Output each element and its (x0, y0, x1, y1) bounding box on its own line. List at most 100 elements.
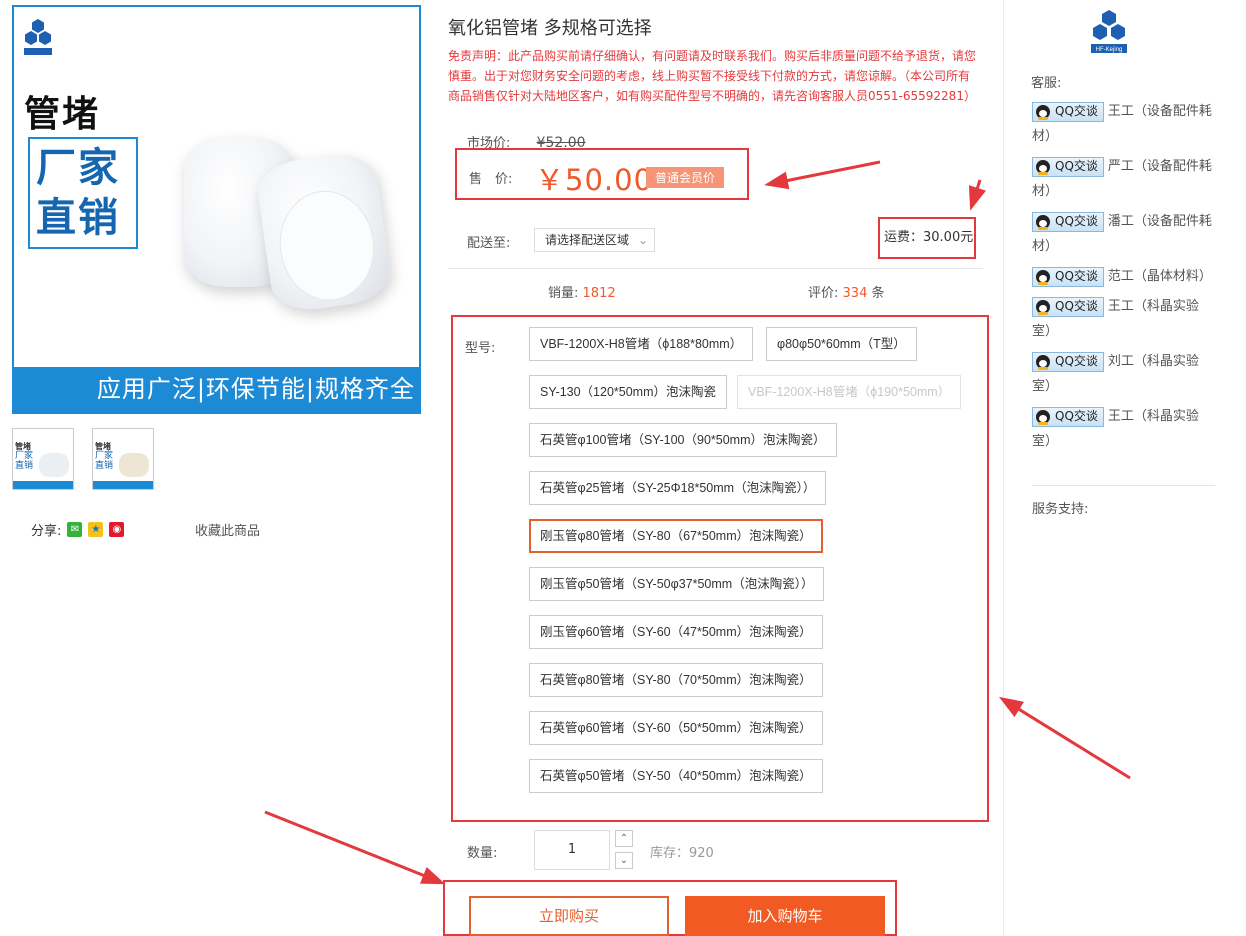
thumb-box-text: 厂家直销 (15, 451, 34, 471)
thumb-product (39, 453, 69, 477)
price-label: 售 价: (469, 172, 513, 187)
image-banner: 应用广泛|环保节能|规格齐全 (14, 367, 419, 412)
shipping-region-value: 请选择配送区域 (545, 233, 630, 247)
member-price-badge: 普通会员价 (646, 167, 725, 188)
cs-agent: QQ交谈 王工（科晶实验室） (1032, 294, 1217, 344)
agent-name: 范工（晶体材料） (1107, 269, 1212, 284)
wechat-icon[interactable]: ✉ (67, 522, 83, 537)
spec-option[interactable]: 石英管φ100管堵（SY-100（90*50mm）泡沫陶瓷） (529, 423, 837, 457)
qq-label: QQ交谈 (1055, 299, 1098, 313)
quantity-increase-icon[interactable]: ⌃ (615, 830, 633, 847)
spec-option[interactable]: 石英管φ60管堵（SY-60（50*50mm）泡沫陶瓷） (529, 711, 823, 745)
quantity-label: 数量: (467, 846, 498, 861)
purchase-actions: 立即购买 加入购物车 (443, 880, 897, 936)
cs-agent: QQ交谈 范工（晶体材料） (1032, 264, 1217, 289)
spec-option[interactable]: 石英管φ80管堵（SY-80（70*50mm）泡沫陶瓷） (529, 663, 823, 697)
sales-count: 销量: 1812 (548, 282, 616, 301)
arrow-to-price (764, 160, 881, 190)
chevron-down-icon: ⌄ (637, 233, 648, 247)
image-box-line-1: 厂家 (36, 144, 120, 191)
buy-now-button[interactable]: 立即购买 (469, 896, 669, 936)
customer-service-label: 客服: (1031, 76, 1062, 91)
image-title: 管堵 (24, 93, 101, 135)
cs-agent: QQ交谈 王工（科晶实验室） (1032, 404, 1217, 454)
image-box-line-2: 直销 (36, 194, 120, 241)
company-logo: HF-Kejing (1091, 10, 1127, 53)
spec-option[interactable]: 石英管φ25管堵（SY-25Φ18*50mm（泡沫陶瓷）） (529, 471, 827, 505)
company-logo (24, 19, 52, 55)
thumb-banner (93, 481, 153, 489)
spec-option[interactable]: VBF-1200X-H8管堵（ϕ188*80mm） (529, 327, 754, 361)
arrow-to-freight (968, 179, 987, 211)
rating-count: 评价: 334 条 (808, 282, 885, 301)
spec-selector: 型号: VBF-1200X-H8管堵（ϕ188*80mm） φ80φ50*60m… (451, 315, 989, 822)
thumbnail-1[interactable]: 管堵 厂家直销 (12, 428, 74, 490)
spec-option[interactable]: SY-130（120*50mm）泡沫陶瓷 (529, 375, 727, 409)
shipping-label: 配送至: (467, 236, 511, 251)
stock-count: 库存：920 (650, 846, 714, 861)
logo-text: HF-Kejing (1096, 47, 1123, 53)
image-factory-box: 厂家 直销 (28, 137, 138, 249)
disclaimer-text: 免责声明：此产品购买前请仔细确认，有问题请及时联系我们。购买后非质量问题不给予退… (448, 49, 977, 103)
qq-label: QQ交谈 (1055, 214, 1098, 228)
qzone-icon[interactable]: ★ (88, 522, 104, 537)
service-support-label: 服务支持: (1032, 502, 1089, 517)
sale-price: ￥50.00 (535, 163, 654, 197)
qq-icon (1036, 104, 1050, 120)
qq-icon (1036, 409, 1050, 425)
qq-label: QQ交谈 (1055, 104, 1098, 118)
main-product-image[interactable]: 管堵 厂家 直销 应用广泛|环保节能|规格齐全 (12, 5, 421, 414)
thumb-banner (13, 481, 73, 489)
quantity-input[interactable]: 1 (534, 830, 610, 870)
weibo-icon[interactable]: ◉ (109, 522, 125, 537)
spec-option[interactable]: φ80φ50*60mm（T型） (766, 327, 917, 361)
thumbnail-2[interactable]: 管堵 厂家直销 (92, 428, 154, 490)
qq-chat-button[interactable]: QQ交谈 (1032, 296, 1104, 317)
qq-icon (1036, 269, 1050, 285)
spec-option[interactable]: 石英管φ50管堵（SY-50（40*50mm）泡沫陶瓷） (529, 759, 823, 793)
customer-service-panel: HF-Kejing 客服: QQ交谈 王工（设备配件耗材） QQ交谈 严工（设备配件… (1003, 0, 1246, 936)
price-highlight-box: 售 价: ￥50.00 普通会员价 (455, 148, 749, 200)
qq-label: QQ交谈 (1055, 354, 1098, 368)
cs-agent: QQ交谈 严工（设备配件耗材） (1032, 154, 1217, 204)
cs-agent: QQ交谈 王工（设备配件耗材） (1032, 99, 1217, 149)
product-title: 氧化铝管堵 多规格可选择 (448, 18, 652, 39)
thumbnail-strip: 管堵 厂家直销 管堵 厂家直销 (12, 428, 154, 490)
spec-option-disabled: VBF-1200X-H8管堵（ϕ190*50mm） (737, 375, 962, 409)
qq-icon (1036, 214, 1050, 230)
spec-option[interactable]: 刚玉管φ60管堵（SY-60（47*50mm）泡沫陶瓷） (529, 615, 823, 649)
thumb-box-text: 厂家直销 (95, 451, 114, 471)
foam-plug-image-2 (254, 149, 394, 315)
qq-label: QQ交谈 (1055, 159, 1098, 173)
divider (1032, 485, 1215, 486)
favorite-link[interactable]: 收藏此商品 (195, 520, 260, 539)
qq-icon (1036, 354, 1050, 370)
qq-chat-button[interactable]: QQ交谈 (1032, 406, 1104, 427)
cs-agent: QQ交谈 刘工（科晶实验室） (1032, 349, 1217, 399)
qq-chat-button[interactable]: QQ交谈 (1032, 266, 1104, 287)
quantity-decrease-icon[interactable]: ⌄ (615, 852, 633, 869)
sales-value: 1812 (582, 286, 616, 301)
share-bar: 分享: ✉ ★ ◉ (31, 520, 125, 539)
qq-chat-button[interactable]: QQ交谈 (1032, 101, 1104, 122)
qq-chat-button[interactable]: QQ交谈 (1032, 156, 1104, 177)
spec-option[interactable]: 刚玉管φ50管堵（SY-50φ37*50mm（泡沫陶瓷）） (529, 567, 825, 601)
rating-unit: 条 (871, 286, 885, 301)
cs-agent: QQ交谈 潘工（设备配件耗材） (1032, 209, 1217, 259)
qq-chat-button[interactable]: QQ交谈 (1032, 211, 1104, 232)
freight-value: 运费：30.00元 (878, 217, 976, 259)
divider (448, 268, 983, 269)
thumb-product (119, 453, 149, 477)
add-to-cart-button[interactable]: 加入购物车 (685, 896, 885, 936)
share-label: 分享: (31, 524, 62, 539)
spec-option-selected[interactable]: 刚玉管φ80管堵（SY-80（67*50mm）泡沫陶瓷） (529, 519, 823, 553)
qq-icon (1036, 299, 1050, 315)
shipping-region-select[interactable]: 请选择配送区域 ⌄ (534, 228, 655, 252)
foam-plug-face (272, 184, 382, 307)
sales-label: 销量: (548, 286, 579, 301)
rating-value[interactable]: 334 (843, 286, 868, 301)
qq-chat-button[interactable]: QQ交谈 (1032, 351, 1104, 372)
spec-label: 型号: (465, 341, 496, 356)
arrow-to-buttons (264, 810, 446, 885)
qq-icon (1036, 159, 1050, 175)
